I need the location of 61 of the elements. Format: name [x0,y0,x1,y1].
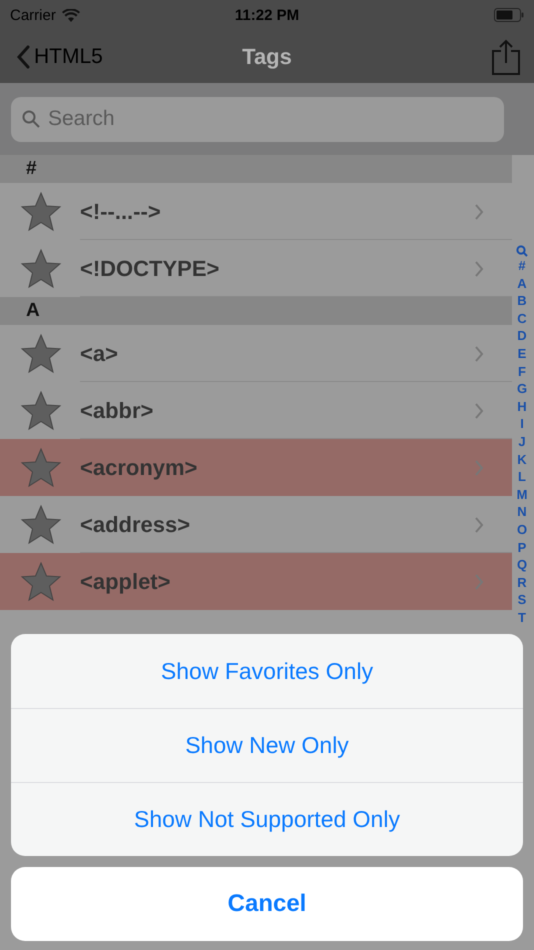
index-letter[interactable]: Q [516,556,528,574]
share-icon[interactable] [492,38,520,74]
index-letter[interactable]: M [516,486,528,504]
index-letter[interactable]: O [516,520,528,538]
index-letter[interactable]: A [517,274,527,292]
section-header: # [0,155,512,183]
star-icon[interactable] [20,248,62,290]
star-icon[interactable] [20,446,62,488]
index-letter[interactable]: P [518,538,526,556]
star-icon[interactable] [20,190,62,232]
tag-name: <abbr> [80,398,154,424]
index-letter[interactable]: K [517,450,527,468]
index-letter[interactable]: E [518,344,526,363]
tag-name: <!DOCTYPE> [80,256,220,282]
index-letter[interactable]: B [517,292,527,310]
tag-name: <!--...--> [80,198,162,224]
index-letter[interactable]: I [520,415,524,433]
clock-time: 11:22 PM [234,6,300,24]
star-icon[interactable] [20,504,62,546]
index-letter[interactable]: G [516,380,528,398]
index-letter[interactable]: L [518,468,526,486]
carrier-label: Carrier [10,6,56,24]
index-letter[interactable]: H [517,398,527,416]
back-button[interactable]: HTML5 [16,44,103,68]
tag-name: <applet> [80,568,172,594]
index-letter[interactable]: C [517,310,527,328]
index-letter[interactable]: D [517,327,527,345]
wifi-icon [62,8,80,22]
chevron-right-icon [474,204,484,220]
tag-row[interactable]: <applet> [0,553,512,610]
star-icon[interactable] [20,560,62,602]
sheet-option[interactable]: Show Favorites Only [11,634,523,708]
index-letter[interactable]: R [517,574,527,592]
search-icon [22,110,40,128]
chevron-right-icon [474,516,484,532]
tag-row[interactable]: <acronym> [0,439,512,496]
section-header: A [0,297,512,325]
star-icon[interactable] [20,390,62,432]
cancel-button[interactable]: Cancel [11,867,523,941]
index-letter[interactable]: S [518,591,526,609]
screen-title: Tags [242,44,292,70]
chevron-right-icon [474,402,484,418]
tag-name: <acronym> [80,454,198,480]
search-field[interactable]: Search [11,96,504,142]
chevron-right-icon [474,460,484,476]
chevron-right-icon [474,260,484,276]
chevron-left-icon [16,44,30,68]
index-letter[interactable]: # [518,257,526,275]
sheet-option[interactable]: Show New Only [11,708,523,782]
star-icon[interactable] [20,332,62,374]
search-icon[interactable] [516,245,528,257]
tag-name: <a> [80,340,119,366]
index-letter[interactable]: J [518,432,526,451]
index-letter[interactable]: N [517,503,527,521]
chevron-right-icon [474,346,484,362]
chevron-right-icon [474,574,484,590]
index-letter[interactable]: T [518,608,526,626]
battery-icon [494,8,524,22]
tag-name: <address> [80,512,192,538]
sheet-option[interactable]: Show Not Supported Only [11,782,523,856]
index-letter[interactable]: F [518,362,526,380]
